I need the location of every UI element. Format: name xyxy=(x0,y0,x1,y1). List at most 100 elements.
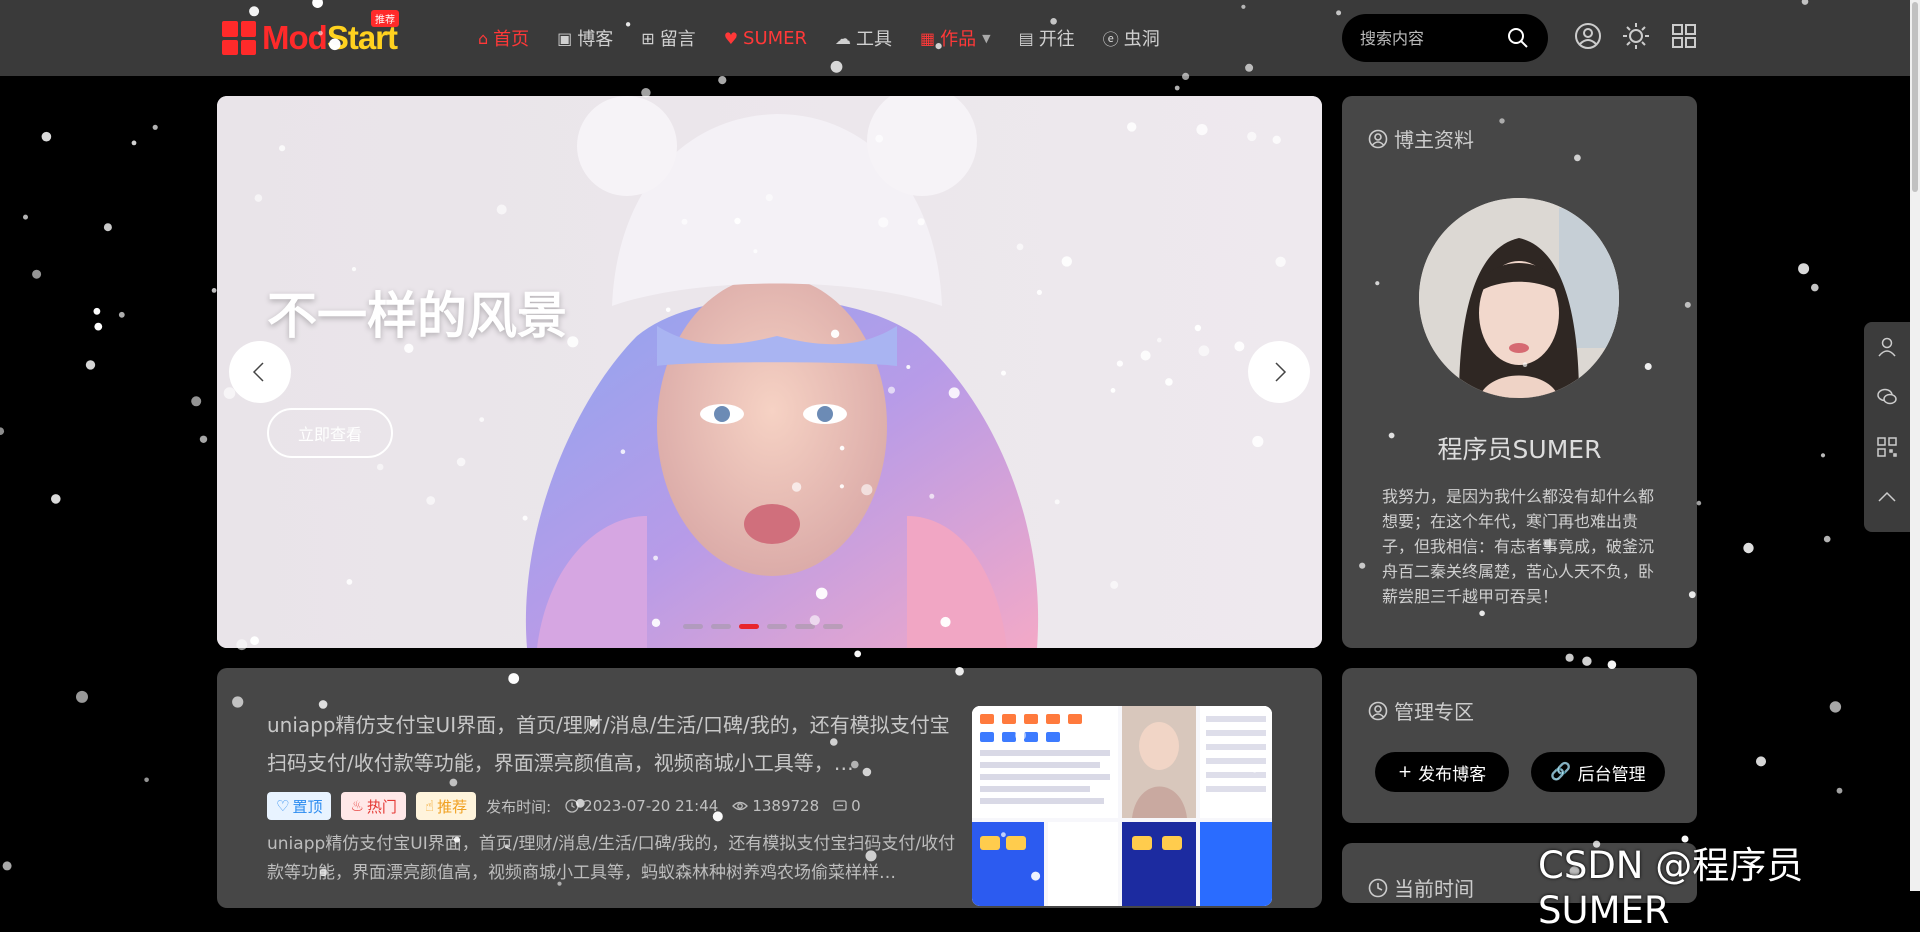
carousel-pagination xyxy=(683,624,843,629)
profile-heading: 博主资料 xyxy=(1368,124,1474,153)
snowflake xyxy=(152,124,158,130)
tag-hot: ♨ 热门 xyxy=(341,792,406,820)
snowflake xyxy=(191,396,202,407)
nav-item-wormhole[interactable]: ⓔ 虫洞 xyxy=(1103,25,1160,51)
backend-admin-button[interactable]: 🔗 后台管理 xyxy=(1531,752,1665,792)
search-icon[interactable] xyxy=(1506,26,1530,54)
nav-item-guestbook[interactable]: ⊞ 留言 xyxy=(641,25,695,51)
snowflake xyxy=(1823,535,1831,543)
snowflake xyxy=(1756,756,1766,767)
publish-time-label: 发布时间: xyxy=(486,797,552,816)
carousel-dot[interactable] xyxy=(823,624,843,629)
qrcode-icon[interactable] xyxy=(1864,422,1910,472)
snowflake xyxy=(211,288,217,293)
snowflake xyxy=(199,435,208,443)
site-logo[interactable]: ModStart 推荐 xyxy=(222,10,399,58)
nav-item-travel[interactable]: ▤ 开往 xyxy=(1019,25,1075,51)
snowflake xyxy=(93,307,101,315)
article-meta: ♡ 置顶 ♨ 热门 ☝ 推荐 发布时间: 2023-07-20 21:44 13897… xyxy=(267,792,875,820)
back-to-top-icon[interactable] xyxy=(1864,472,1910,522)
carousel-dot[interactable] xyxy=(767,624,787,629)
carousel-dot[interactable] xyxy=(795,624,815,629)
snowflake xyxy=(1743,542,1754,554)
nav-item-tools[interactable]: ☁ 工具 xyxy=(835,25,892,51)
theme-toggle-icon[interactable] xyxy=(1622,22,1650,50)
snowflake xyxy=(1836,787,1843,794)
logo-badge: 推荐 xyxy=(371,10,399,27)
nav-item-blog[interactable]: ▣ 博客 xyxy=(557,25,613,51)
admin-card: 管理专区 + 发布博客 🔗 后台管理 xyxy=(1342,668,1697,823)
carousel-prev-button[interactable] xyxy=(229,341,291,403)
snowflake xyxy=(103,223,112,232)
snowflake xyxy=(131,140,137,146)
home-icon: ⌂ xyxy=(478,28,489,48)
profile-card: 博主资料 程序员SUMER 我努力，是因为我什么都没有却什么都想要；在这个年代，… xyxy=(1342,96,1697,648)
snowflake xyxy=(118,311,125,318)
snowflake xyxy=(0,427,5,435)
nav-item-works[interactable]: ▦ 作品 ▼ xyxy=(920,25,991,51)
publish-time: 2023-07-20 21:44 xyxy=(565,797,718,815)
bulb-icon: ♡ xyxy=(276,797,290,815)
snowflake xyxy=(94,322,103,331)
carousel-dot[interactable] xyxy=(683,624,703,629)
fire-icon: ♨ xyxy=(350,797,364,815)
main-nav: ⌂ 首页 ▣ 博客 ⊞ 留言 ♥ SUMER ☁ 工具 ▦ 作品 ▼ ▤ 开往 ⓔ 虫洞 xyxy=(478,0,1188,76)
gift-icon: ⊞ xyxy=(641,28,655,48)
thumbs-up-icon: ☝ xyxy=(424,797,435,815)
snowflake xyxy=(85,360,96,370)
grid-icon: ▦ xyxy=(920,28,936,48)
rss-icon: ▣ xyxy=(557,28,573,48)
comment-count: 0 xyxy=(833,797,861,815)
avatar[interactable] xyxy=(1419,198,1619,398)
snowflake xyxy=(718,76,727,85)
article-title[interactable]: uniapp精仿支付宝UI界面，首页/理财/消息/生活/口碑/我的，还有模拟支付… xyxy=(267,706,967,782)
carousel-dot[interactable] xyxy=(739,624,759,629)
article-summary: uniapp精仿支付宝UI界面，首页/理财/消息/生活/口碑/我的，还有模拟支付… xyxy=(267,834,956,883)
snowflake xyxy=(51,494,61,504)
snowflake xyxy=(1820,453,1826,458)
admin-heading: 管理专区 xyxy=(1368,696,1474,725)
hero-carousel[interactable]: 不一样的风景 立即查看 xyxy=(217,96,1322,648)
header-actions xyxy=(1574,22,1698,50)
snowflake xyxy=(1582,656,1592,666)
clock-heading: 当前时间 xyxy=(1368,873,1474,902)
snowflake xyxy=(854,650,862,658)
tag-pinned: ♡ 置顶 xyxy=(267,792,332,820)
banner-title: 不一样的风景 xyxy=(267,287,567,345)
snowflake xyxy=(41,131,52,142)
banner-view-button[interactable]: 立即查看 xyxy=(267,408,393,458)
carousel-next-button[interactable] xyxy=(1248,341,1310,403)
nav-item-home[interactable]: ⌂ 首页 xyxy=(478,25,529,51)
snowflake xyxy=(1696,500,1702,506)
edge-icon: ⓔ xyxy=(1102,30,1119,49)
link-icon: 🔗 xyxy=(1550,762,1572,782)
article-thumbnail[interactable] xyxy=(972,706,1272,906)
clock-icon xyxy=(565,799,579,813)
snowflake xyxy=(23,214,28,220)
carousel-dot[interactable] xyxy=(711,624,731,629)
publish-blog-button[interactable]: + 发布博客 xyxy=(1375,752,1509,792)
snowflake xyxy=(1811,283,1819,292)
clock-icon xyxy=(1368,878,1388,897)
snowflake xyxy=(32,269,42,279)
view-count: 1389728 xyxy=(732,797,819,815)
apps-grid-icon[interactable] xyxy=(1670,22,1698,50)
snowflake xyxy=(1174,85,1180,91)
search-input[interactable] xyxy=(1358,27,1502,49)
user-circle-icon xyxy=(1368,701,1388,720)
snowflake xyxy=(1798,263,1810,275)
profile-bio: 我努力，是因为我什么都没有却什么都想要；在这个年代，寒门再也难出贵子，但我相信：… xyxy=(1382,487,1655,606)
tag-recommended: ☝ 推荐 xyxy=(415,792,477,820)
eye-icon xyxy=(732,801,749,811)
top-navbar: ModStart 推荐 ⌂ 首页 ▣ 博客 ⊞ 留言 ♥ SUMER ☁ 工具 ▦ 作品 ▼ … xyxy=(0,0,1920,76)
nav-item-sumer[interactable]: ♥ SUMER xyxy=(724,28,807,49)
user-icon[interactable] xyxy=(1864,322,1910,372)
user-icon[interactable] xyxy=(1574,22,1602,50)
heart-icon: ♥ xyxy=(723,28,739,48)
search-box xyxy=(1342,14,1548,62)
scrollbar-thumb[interactable] xyxy=(1912,2,1918,192)
wechat-icon[interactable] xyxy=(1864,372,1910,422)
chevron-left-icon xyxy=(252,362,264,382)
article-card[interactable]: uniapp精仿支付宝UI界面，首页/理财/消息/生活/口碑/我的，还有模拟支付… xyxy=(217,668,1322,908)
snowflake xyxy=(2,861,12,871)
